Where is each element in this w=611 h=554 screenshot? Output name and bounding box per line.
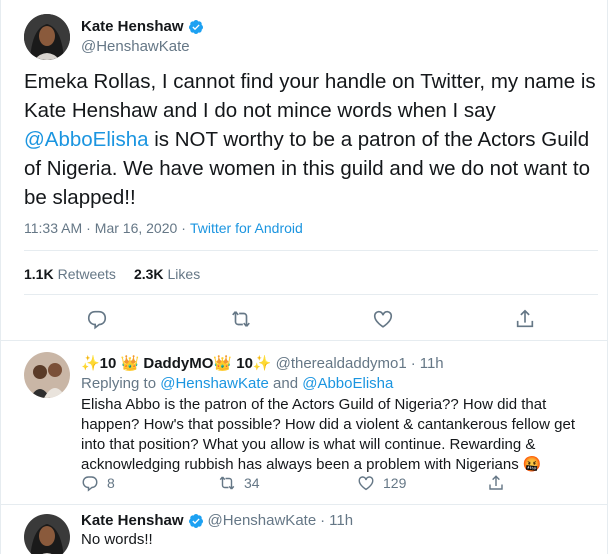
retweets-label: Retweets <box>57 266 116 282</box>
reply-text: Elisha Abbo is the patron of the Actors … <box>81 396 575 473</box>
tweet-date[interactable]: Mar 16, 2020 <box>95 220 178 236</box>
display-name[interactable]: Kate Henshaw <box>81 512 184 529</box>
tweet-text-part1: Emeka Rollas, I cannot find your handle … <box>24 70 596 122</box>
likes-label: Likes <box>167 266 201 282</box>
reply-header: Kate Henshaw @HenshawKate · 11h <box>81 512 353 529</box>
like-button[interactable] <box>372 308 394 330</box>
divider <box>1 504 607 505</box>
display-name[interactable]: ✨10 👑 DaddyMO👑 10✨ <box>81 354 272 372</box>
share-button[interactable] <box>514 308 536 330</box>
reply-count: 8 <box>107 475 115 491</box>
share-icon <box>489 475 503 490</box>
likes-count: 2.3K <box>133 266 164 282</box>
tweet-text: Emeka Rollas, I cannot find your handle … <box>24 67 602 212</box>
avatar[interactable] <box>24 14 70 60</box>
divider <box>1 340 607 341</box>
replying-to: Replying to @HenshawKate and @AbboElisha <box>81 375 393 392</box>
mention-link[interactable]: @HenshawKate <box>160 375 269 392</box>
engagement-stats: 1.1K Retweets 2.3K Likes <box>24 266 200 282</box>
verified-badge-icon <box>188 19 203 34</box>
verified-badge-icon <box>188 513 203 528</box>
like-icon <box>358 476 374 491</box>
reply-button[interactable]: 8 <box>81 474 115 492</box>
tweet-time[interactable]: 11h <box>420 355 444 372</box>
reply-header: ✨10 👑 DaddyMO👑 10✨ @therealdaddymo1 · 11… <box>81 354 444 373</box>
retweet-icon <box>219 476 235 490</box>
meta-separator: · <box>410 354 416 372</box>
author-handle[interactable]: @therealdaddymo1 <box>276 355 407 372</box>
retweet-button[interactable] <box>230 308 252 330</box>
retweets-count: 1.1K <box>24 266 54 282</box>
retweets-stat[interactable]: 1.1K Retweets <box>24 266 116 282</box>
share-button[interactable] <box>487 474 505 492</box>
retweet-count: 34 <box>244 475 260 491</box>
divider <box>24 294 598 295</box>
meta-separator: · <box>86 220 91 236</box>
like-icon <box>373 310 393 328</box>
tweet-time[interactable]: 11:33 AM <box>24 220 82 236</box>
mention-link[interactable]: @AbboElisha <box>302 375 393 392</box>
reply-text: No words!! <box>81 531 153 548</box>
share-icon <box>516 309 534 328</box>
display-name[interactable]: Kate Henshaw <box>81 18 184 35</box>
author-handle[interactable]: @HenshawKate <box>81 38 190 55</box>
retweet-button[interactable]: 34 <box>218 474 260 492</box>
avatar[interactable] <box>24 514 70 554</box>
tweet-meta: 11:33 AM · Mar 16, 2020 · Twitter for An… <box>24 220 303 236</box>
replying-prefix: Replying to <box>81 375 161 392</box>
meta-separator: · <box>320 512 326 529</box>
replying-and: and <box>268 375 303 392</box>
avatar[interactable] <box>24 352 70 398</box>
mention-link[interactable]: @AbboElisha <box>24 128 149 151</box>
divider <box>24 250 598 251</box>
likes-stat[interactable]: 2.3K Likes <box>134 266 200 282</box>
like-count: 129 <box>383 475 407 491</box>
reply-button[interactable] <box>86 308 108 330</box>
retweet-icon <box>232 311 250 327</box>
reply-icon <box>87 310 107 330</box>
meta-separator: · <box>181 220 186 236</box>
like-button[interactable]: 129 <box>357 474 406 492</box>
author-handle[interactable]: @HenshawKate <box>208 512 317 529</box>
reply-icon <box>82 476 98 492</box>
source-app-link[interactable]: Twitter for Android <box>190 220 303 236</box>
tweet-actions <box>0 308 608 332</box>
reply-actions: 8 34 129 <box>81 474 601 494</box>
tweet-time[interactable]: 11h <box>329 512 353 529</box>
author-name[interactable]: Kate Henshaw <box>81 18 204 35</box>
